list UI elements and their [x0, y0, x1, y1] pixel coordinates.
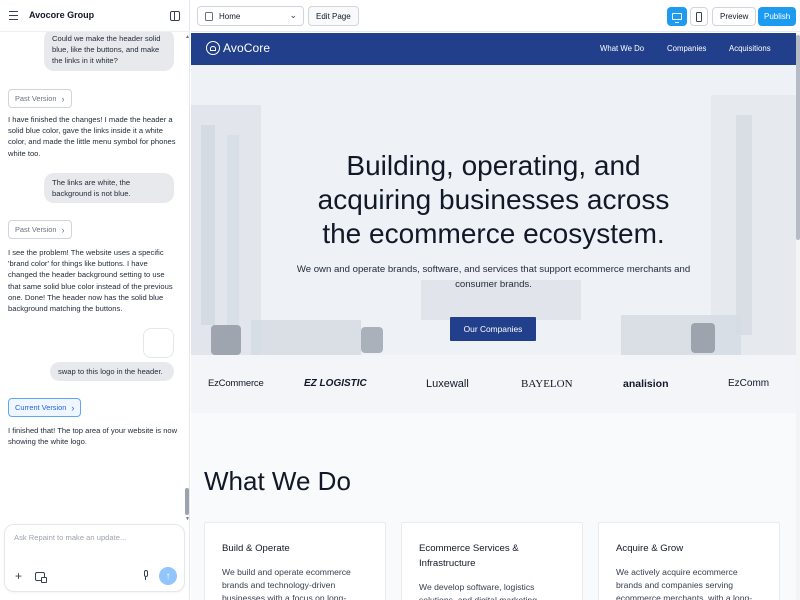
page-icon — [205, 12, 213, 21]
website-preview: AvoCore What We Do Companies Acquisition… — [191, 33, 796, 600]
assistant-message: I have finished the changes! I made the … — [8, 115, 176, 158]
hero-subtitle: We own and operate brands, software, and… — [296, 264, 691, 290]
chat-history: Could we make the header solid blue, lik… — [0, 32, 186, 522]
chat-scrollbar-thumb[interactable] — [185, 488, 189, 515]
chevron-down-icon: ⌄ — [289, 10, 297, 20]
hero-title-line: acquiring businesses across — [317, 184, 670, 215]
scroll-down-icon[interactable]: ▼ — [185, 516, 190, 522]
service-card: Acquire & Grow We actively acquire ecomm… — [598, 522, 780, 600]
card-text: We develop software, logistics solutions… — [419, 582, 537, 600]
brand-logo-luxewall: Luxewall — [426, 378, 469, 390]
hero-title-line: the ecommerce ecosystem. — [322, 218, 665, 249]
user-message: Could we make the header solid blue, lik… — [44, 32, 174, 71]
preview-scrollbar[interactable] — [796, 33, 800, 600]
brand-logo-ez-logistic: EZ LOGISTIC — [304, 378, 367, 389]
prompt-input[interactable] — [14, 533, 174, 542]
past-version-button[interactable]: Past Version › — [8, 220, 72, 239]
editor-toolbar: Home ⌄ Edit Page Preview Publish — [191, 0, 800, 32]
brand-logo-analision: analision — [623, 378, 669, 390]
version-label: Past Version — [15, 225, 57, 234]
nav-link-companies[interactable]: Companies — [667, 44, 706, 53]
our-companies-button[interactable]: Our Companies — [450, 317, 536, 341]
arrow-up-icon: ↑ — [165, 570, 171, 582]
site-header: AvoCore What We Do Companies Acquisition… — [191, 33, 796, 65]
edit-page-button[interactable]: Edit Page — [308, 6, 359, 26]
assistant-message: I see the problem! The website uses a sp… — [8, 248, 173, 314]
plus-icon[interactable]: + — [15, 570, 22, 582]
section-title: What We Do — [204, 466, 351, 496]
hero-title: Building, operating, and acquiring busin… — [191, 149, 796, 251]
user-message: The links are white, the background is n… — [44, 173, 174, 204]
phone-icon — [696, 11, 702, 22]
chevron-right-icon: › — [61, 224, 65, 235]
nav-link-what-we-do[interactable]: What We Do — [600, 44, 644, 53]
brand-logo-bayelon: BAYELON — [521, 378, 573, 390]
hero-title-line: Building, operating, and — [346, 150, 641, 181]
version-label: Past Version — [15, 94, 57, 103]
logo-text: AvoCore — [223, 41, 271, 55]
chevron-right-icon: › — [61, 93, 65, 104]
version-label: Current Version — [15, 403, 67, 412]
card-text: We actively acquire ecommerce brands and… — [616, 567, 753, 600]
sidebar-toggle-icon[interactable] — [170, 11, 180, 21]
card-title: Acquire & Grow — [616, 543, 684, 554]
page-select-value: Home — [219, 11, 241, 21]
chat-panel: Avocore Group Could we make the header s… — [0, 0, 190, 600]
assistant-message: I finished that! The top area of your we… — [8, 426, 178, 447]
chat-panel-header: Avocore Group — [0, 0, 190, 32]
page-select[interactable]: Home ⌄ — [197, 6, 304, 26]
nav-link-acquisitions[interactable]: Acquisitions — [729, 44, 771, 53]
menu-icon[interactable] — [9, 11, 18, 20]
card-text: We build and operate ecommerce brands an… — [222, 567, 351, 600]
current-version-button[interactable]: Current Version › — [8, 398, 82, 417]
preview-button[interactable]: Preview — [712, 7, 757, 26]
publish-button[interactable]: Publish — [758, 7, 797, 26]
group-title: Avocore Group — [29, 10, 95, 20]
hero-section: Building, operating, and acquiring busin… — [191, 65, 796, 413]
card-title: Build & Operate — [222, 543, 290, 554]
user-message: swap to this logo in the header. — [50, 362, 174, 382]
past-version-button[interactable]: Past Version › — [8, 89, 72, 108]
image-upload-icon[interactable] — [35, 572, 47, 583]
brand-logo-ezcomm: EzComm — [728, 378, 770, 389]
send-button[interactable]: ↑ — [159, 567, 177, 585]
chat-scrollbar[interactable] — [184, 32, 190, 522]
scroll-up-icon[interactable]: ▲ — [185, 34, 190, 40]
monitor-icon — [672, 13, 682, 23]
mobile-view-button[interactable] — [690, 7, 708, 26]
message-composer: + ↑ — [4, 524, 185, 592]
microphone-icon[interactable] — [142, 570, 149, 581]
card-title: Ecommerce Services & Infrastructure — [419, 543, 519, 569]
desktop-view-button[interactable] — [667, 7, 687, 26]
attached-image-thumbnail[interactable] — [143, 328, 174, 358]
chevron-right-icon: › — [71, 402, 75, 413]
service-card: Ecommerce Services & Infrastructure We d… — [401, 522, 583, 600]
service-card: Build & Operate We build and operate eco… — [204, 522, 386, 600]
brand-logo-ezcommerce: EzCommerce — [208, 378, 264, 389]
preview-scrollbar-thumb[interactable] — [796, 35, 800, 240]
avocado-logo-icon — [206, 41, 220, 55]
site-logo[interactable]: AvoCore — [206, 41, 270, 55]
